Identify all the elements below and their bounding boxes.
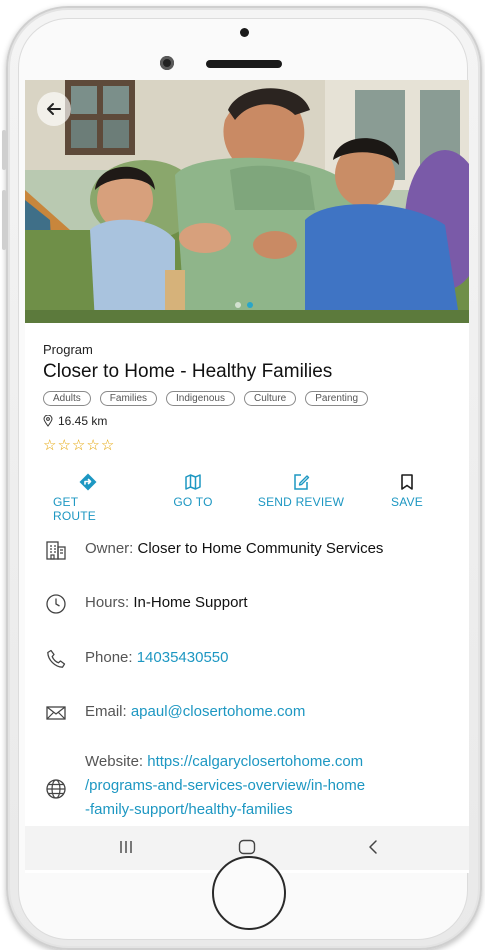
phone-text: Phone: 14035430550 (85, 646, 228, 670)
star-outline-icon[interactable]: ☆ (86, 438, 99, 454)
save-label: SAVE (391, 495, 423, 509)
go-to-label: GO TO (173, 495, 213, 509)
tag-chip[interactable]: Parenting (305, 391, 369, 406)
hero-image (25, 80, 469, 323)
clock-icon (43, 591, 69, 617)
screen: Program Closer to Home - Healthy Familie… (25, 80, 469, 873)
map-icon (185, 474, 201, 490)
star-outline-icon[interactable]: ☆ (101, 438, 114, 454)
owner-value: Closer to Home Community Services (137, 540, 384, 557)
hours-label: Hours: (85, 594, 134, 611)
back-nav-icon[interactable] (365, 838, 381, 856)
star-outline-icon[interactable]: ☆ (72, 438, 85, 454)
website-link-line-2[interactable]: /programs-and-services-overview/in-home (85, 774, 365, 798)
hours-text: Hours: In-Home Support (85, 591, 248, 615)
carousel-indicator (235, 302, 253, 308)
email-text: Email: apaul@closertohome.com (85, 700, 305, 724)
star-outline-icon[interactable]: ☆ (43, 438, 56, 454)
website-link-line-1[interactable]: https://calgaryclosertohome.com (147, 753, 363, 770)
owner-row: Owner: Closer to Home Community Services (43, 537, 383, 563)
program-title: Closer to Home - Healthy Families (43, 361, 333, 382)
website-row: Website: https://calgaryclosertohome.com… (43, 753, 365, 818)
website-label: Website: (85, 753, 148, 770)
owner-text: Owner: Closer to Home Community Services (85, 537, 383, 561)
carousel-dot[interactable] (235, 302, 241, 308)
family-photo (25, 80, 469, 323)
phone-label: Phone: (85, 649, 137, 666)
program-category: Program (43, 342, 93, 357)
distance-row: 16.45 km (43, 414, 453, 428)
tag-chip[interactable]: Families (99, 391, 158, 406)
get-route-label: GET ROUTE (53, 495, 96, 523)
tag-chip[interactable]: Culture (243, 391, 297, 406)
home-icon[interactable] (237, 838, 257, 856)
owner-label: Owner: (85, 540, 138, 557)
program-header: Program Closer to Home - Healthy Familie… (43, 342, 453, 454)
recent-apps-icon[interactable] (117, 838, 135, 856)
send-review-button[interactable]: SEND REVIEW (253, 472, 349, 509)
email-label: Email: (85, 703, 131, 720)
hours-value: In-Home Support (133, 594, 248, 611)
volume-button (2, 190, 6, 250)
physical-home-button[interactable] (212, 856, 286, 930)
save-button[interactable]: SAVE (385, 472, 429, 509)
building-icon (43, 537, 69, 563)
bookmark-icon (401, 474, 413, 490)
earpiece-speaker (206, 60, 282, 68)
front-camera (160, 56, 174, 70)
back-button[interactable] (37, 92, 71, 126)
hours-row: Hours: In-Home Support (43, 591, 248, 617)
email-link[interactable]: apaul@closertohome.com (131, 703, 305, 720)
action-bar: GET ROUTE GO TO SEND REVIEW SAVE (25, 472, 469, 523)
website-text: Website: https://calgaryclosertohome.com… (85, 750, 365, 822)
website-link-line-3[interactable]: -family-support/healthy-families (85, 798, 365, 822)
tag-chip[interactable]: Adults (43, 391, 91, 406)
phone-icon (43, 646, 69, 672)
location-pin-icon (43, 415, 53, 427)
go-to-button[interactable]: GO TO (165, 472, 221, 509)
mail-icon (43, 700, 69, 726)
sensor-dot (240, 28, 249, 37)
arrow-left-icon (47, 103, 61, 115)
send-review-label: SEND REVIEW (257, 495, 345, 509)
tag-list: Adults Families Indigenous Culture Paren… (43, 391, 453, 406)
distance-value: 16.45 km (58, 414, 108, 428)
star-outline-icon[interactable]: ☆ (57, 438, 70, 454)
side-button (2, 130, 6, 170)
tag-chip[interactable]: Indigenous (166, 391, 235, 406)
directions-icon (79, 473, 97, 491)
edit-icon (294, 474, 310, 490)
phone-link[interactable]: 14035430550 (137, 649, 229, 666)
email-row: Email: apaul@closertohome.com (43, 700, 305, 726)
get-route-button[interactable]: GET ROUTE (53, 472, 123, 523)
carousel-dot-active[interactable] (247, 302, 253, 308)
rating-stars[interactable]: ☆ ☆ ☆ ☆ ☆ (43, 438, 453, 454)
globe-icon (43, 776, 69, 802)
phone-row: Phone: 14035430550 (43, 646, 228, 672)
